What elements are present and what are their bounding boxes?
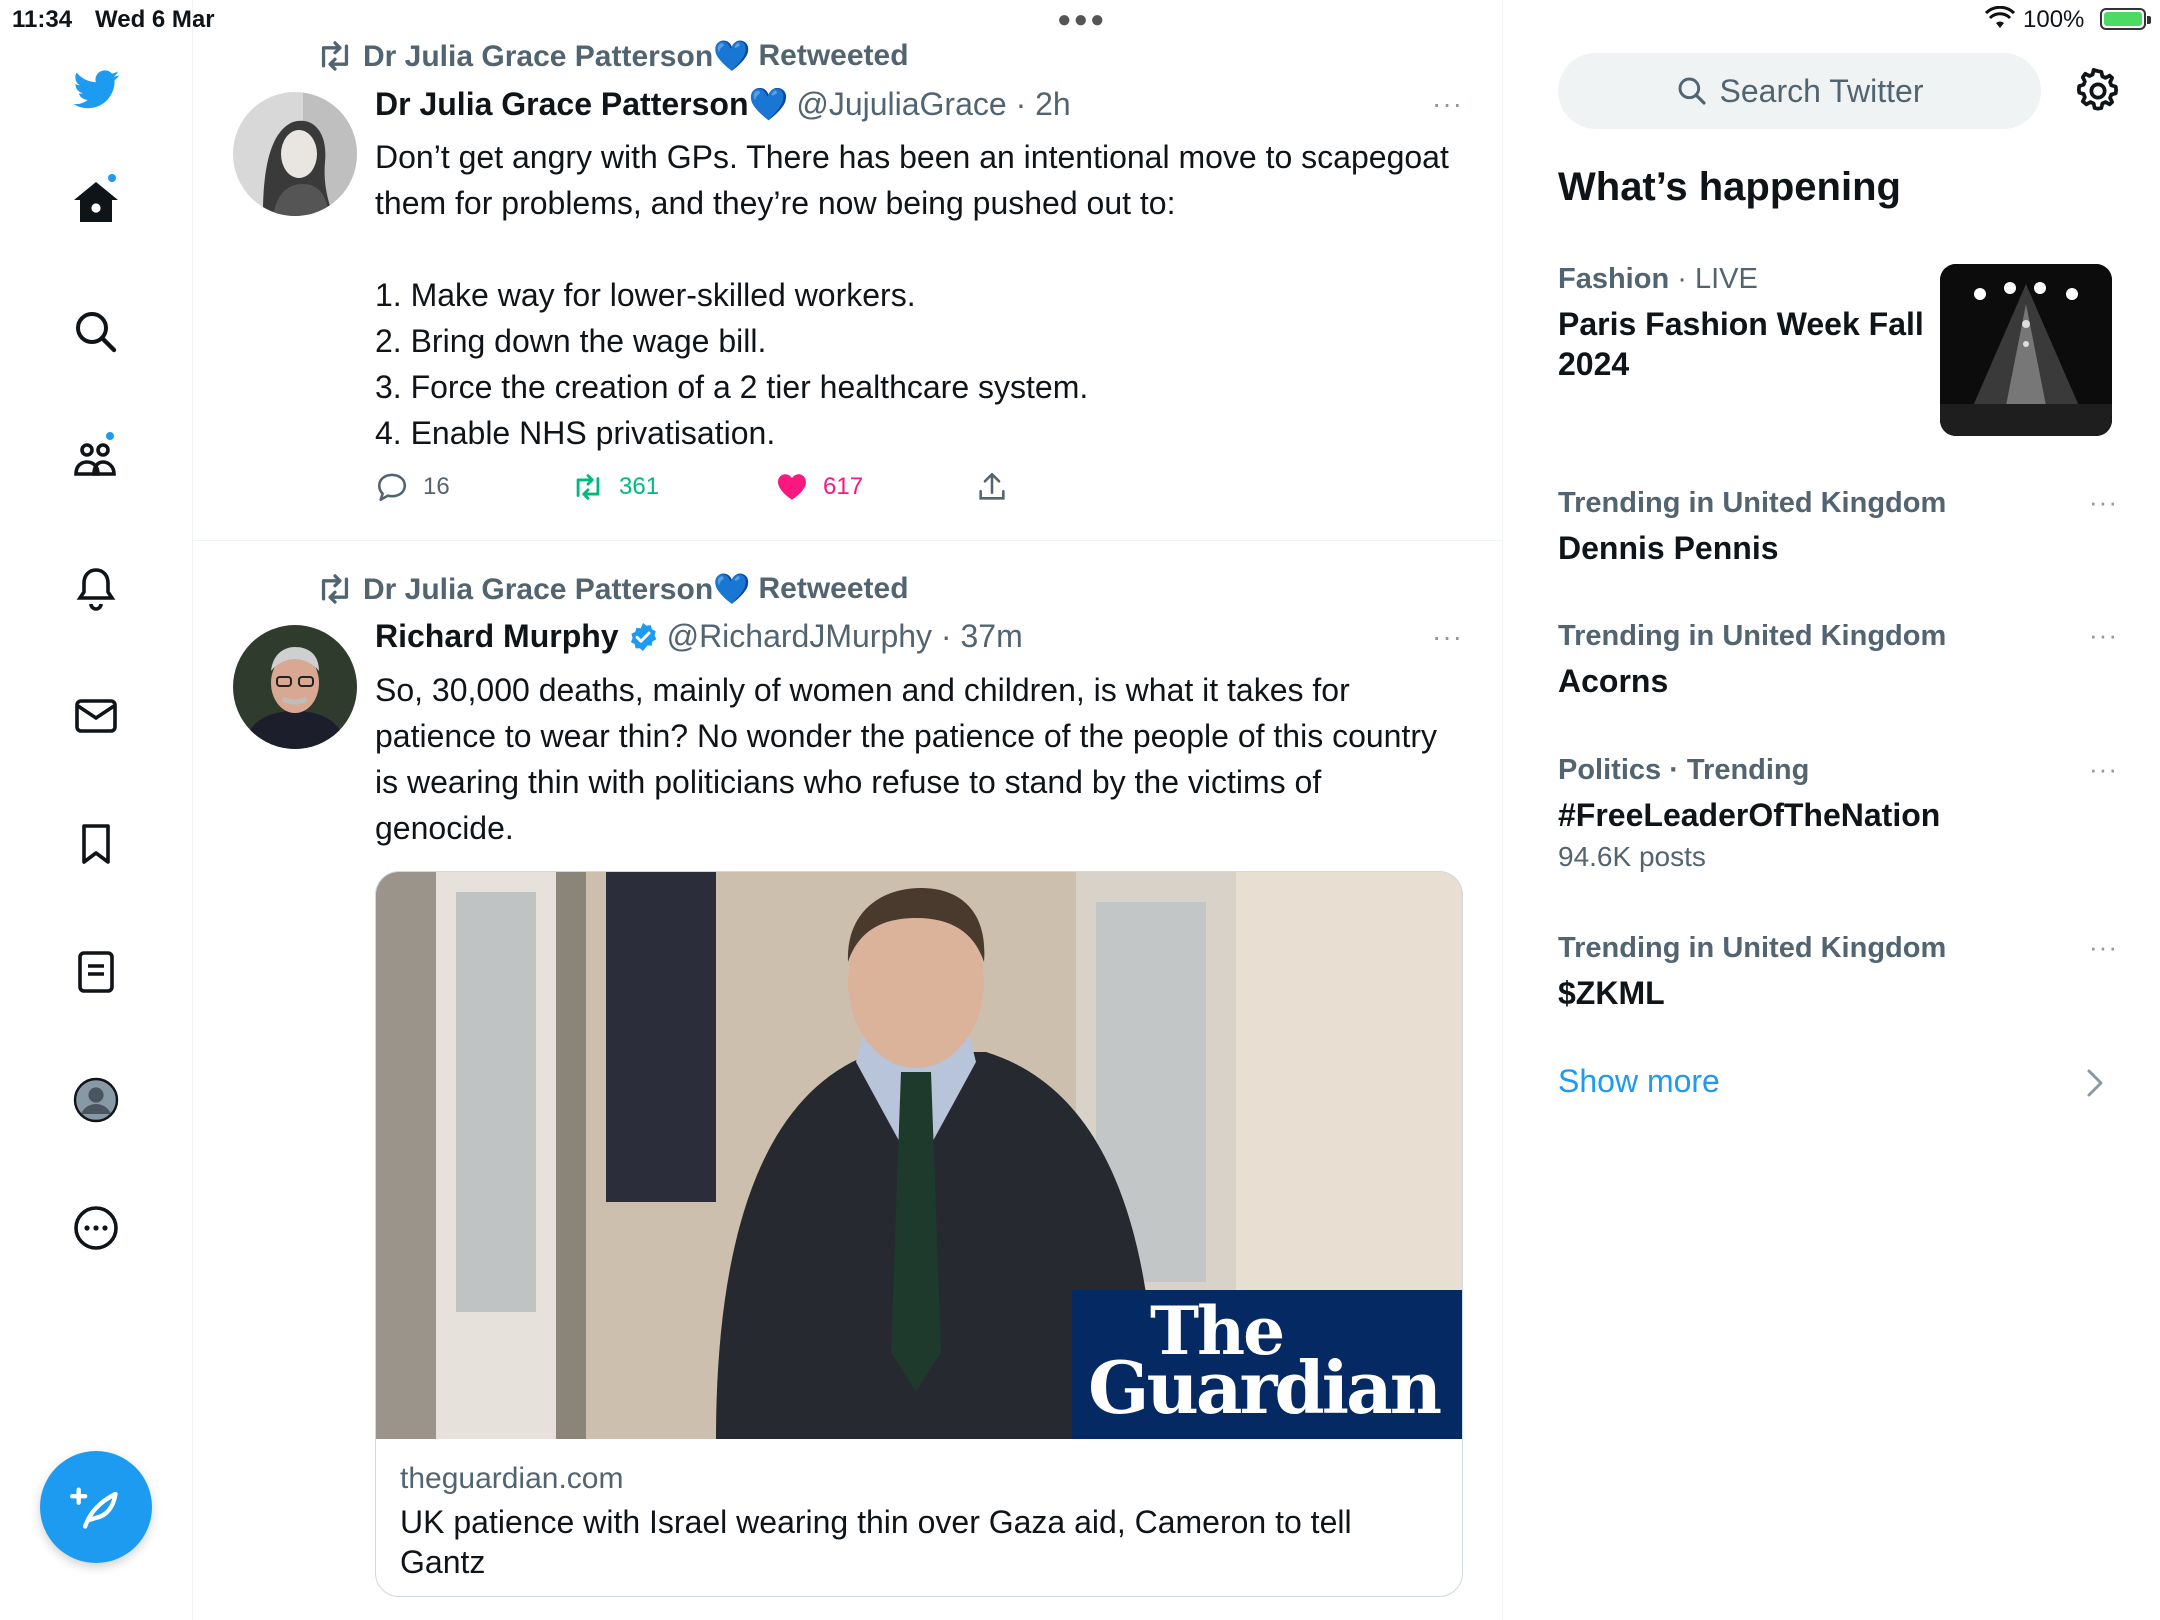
communities-notification-dot	[104, 430, 116, 442]
author-handle-time[interactable]: @JujuliaGrace · 2h	[796, 86, 1070, 123]
avatar[interactable]	[233, 625, 357, 749]
trend-category: Trending in United Kingdom	[1558, 620, 1947, 652]
trend-more-icon[interactable]: ···	[2089, 487, 2118, 518]
retweeted-label: Retweeted	[758, 39, 909, 72]
trend-item[interactable]: Trending in United Kingdom Acorns ···	[1558, 620, 2118, 701]
tweet-header: Dr Julia Grace Patterson💙 @JujuliaGrace …	[375, 85, 1071, 123]
trend-item[interactable]: Politics · Trending #FreeLeaderOfTheNati…	[1558, 754, 2118, 873]
compose-tweet-button[interactable]	[40, 1451, 152, 1563]
retweeted-label: Retweeted	[758, 572, 909, 605]
search-icon[interactable]	[66, 302, 126, 362]
settings-gear-icon[interactable]	[2073, 66, 2123, 116]
notifications-icon[interactable]	[66, 558, 126, 618]
trend-item[interactable]: Fashion · LIVE Paris Fashion Week Fall 2…	[1558, 263, 1928, 384]
heart-filled-icon	[778, 474, 806, 500]
search-placeholder: Search Twitter	[1719, 72, 1924, 109]
trend-live-label: · LIVE	[1669, 263, 1758, 295]
trend-more-icon[interactable]: ···	[2089, 932, 2118, 963]
author-handle-time[interactable]: @RichardJMurphy · 37m	[667, 618, 1023, 655]
trend-name: $ZKML	[1558, 975, 1665, 1011]
author-name[interactable]: Richard Murphy	[375, 618, 619, 655]
tweet-more-icon[interactable]: ···	[1432, 621, 1463, 653]
reply-icon	[377, 473, 407, 502]
lists-icon[interactable]	[66, 942, 126, 1002]
communities-icon[interactable]	[66, 430, 126, 490]
messages-icon[interactable]	[66, 686, 126, 746]
tweet-text: So, 30,000 deaths, mainly of women and c…	[375, 672, 1446, 846]
trend-item[interactable]: Trending in United Kingdom Dennis Pennis…	[1558, 487, 2118, 568]
left-navigation	[0, 0, 193, 1620]
tweet-more-icon[interactable]: ···	[1432, 88, 1463, 120]
like-count: 617	[823, 473, 864, 500]
retweet-context-icon	[321, 574, 349, 604]
home-icon[interactable]	[66, 172, 126, 232]
trend-category: Fashion	[1558, 263, 1670, 295]
twitter-logo-icon[interactable]	[66, 60, 126, 120]
reply-button[interactable]: 16	[375, 470, 450, 504]
trend-more-icon[interactable]: ···	[2089, 620, 2118, 651]
link-card-domain: theguardian.com	[400, 1462, 624, 1495]
tweet-header: Richard Murphy @RichardJMurphy · 37m	[375, 618, 1023, 655]
timeline[interactable]: Dr Julia Grace Patterson💙 Retweeted Dr J…	[193, 0, 1503, 1620]
link-card-image[interactable]: The Guardian	[376, 872, 1462, 1439]
retweet-count: 361	[619, 473, 660, 500]
retweet-context-icon	[321, 41, 349, 71]
trend-name: Acorns	[1558, 663, 1669, 699]
trend-item[interactable]: Trending in United Kingdom $ZKML ···	[1558, 932, 2118, 1013]
bookmarks-icon[interactable]	[66, 814, 126, 874]
search-input[interactable]: Search Twitter	[1558, 53, 2041, 129]
home-notification-dot	[106, 172, 118, 184]
tweet-actions: 16 361 617	[375, 470, 1075, 510]
tweet-text: Don’t get angry with GPs. There has been…	[375, 139, 1449, 451]
chevron-right-icon[interactable]	[2083, 1068, 2107, 1098]
verified-badge-icon	[630, 622, 656, 651]
link-card-title[interactable]: UK patience with Israel wearing thin ove…	[400, 1502, 1440, 1582]
trend-name: #FreeLeaderOfTheNation	[1558, 797, 1941, 833]
retweet-icon	[576, 474, 600, 500]
trend-name: Paris Fashion Week Fall 2024	[1558, 306, 1924, 382]
share-icon	[979, 472, 1005, 500]
trend-post-count: 94.6K posts	[1558, 841, 1706, 872]
trend-category: Trending in United Kingdom	[1558, 932, 1947, 964]
retweeter-name[interactable]: Dr Julia Grace Patterson💙	[363, 572, 751, 607]
tweet[interactable]: Dr Julia Grace Patterson💙 Retweeted Rich…	[193, 563, 1502, 1620]
retweet-context[interactable]: Dr Julia Grace Patterson💙 Retweeted	[315, 571, 909, 607]
like-button[interactable]: 617	[775, 470, 863, 504]
trend-thumbnail[interactable]	[1940, 264, 2112, 436]
avatar[interactable]	[233, 92, 357, 216]
more-icon[interactable]	[66, 1198, 126, 1258]
compose-icon	[70, 1487, 118, 1529]
whats-happening-title: What’s happening	[1558, 165, 1901, 209]
retweet-context[interactable]: Dr Julia Grace Patterson💙 Retweeted	[315, 38, 909, 74]
trend-more-icon[interactable]: ···	[2089, 754, 2118, 785]
trend-category: Trending in United Kingdom	[1558, 487, 1947, 519]
profile-icon[interactable]	[66, 1070, 126, 1130]
retweeter-name[interactable]: Dr Julia Grace Patterson💙	[363, 39, 751, 74]
search-icon	[1678, 77, 1706, 105]
guardian-logo-line2: Guardian	[1088, 1345, 1442, 1430]
right-sidebar: Search Twitter What’s happening Fashion …	[1503, 0, 2160, 1620]
retweet-button[interactable]: 361	[571, 470, 659, 504]
share-button[interactable]	[975, 470, 1009, 504]
reply-count: 16	[423, 473, 450, 500]
guardian-logo: The Guardian	[1072, 1290, 1462, 1439]
show-more-link[interactable]: Show more	[1558, 1063, 1720, 1100]
trend-name: Dennis Pennis	[1558, 530, 1779, 566]
trend-category: Politics · Trending	[1558, 754, 1810, 786]
tweet[interactable]: Dr Julia Grace Patterson💙 Retweeted Dr J…	[193, 30, 1502, 541]
author-name[interactable]: Dr Julia Grace Patterson💙	[375, 85, 788, 123]
link-card[interactable]: The Guardian theguardian.com UK patience…	[375, 871, 1463, 1597]
